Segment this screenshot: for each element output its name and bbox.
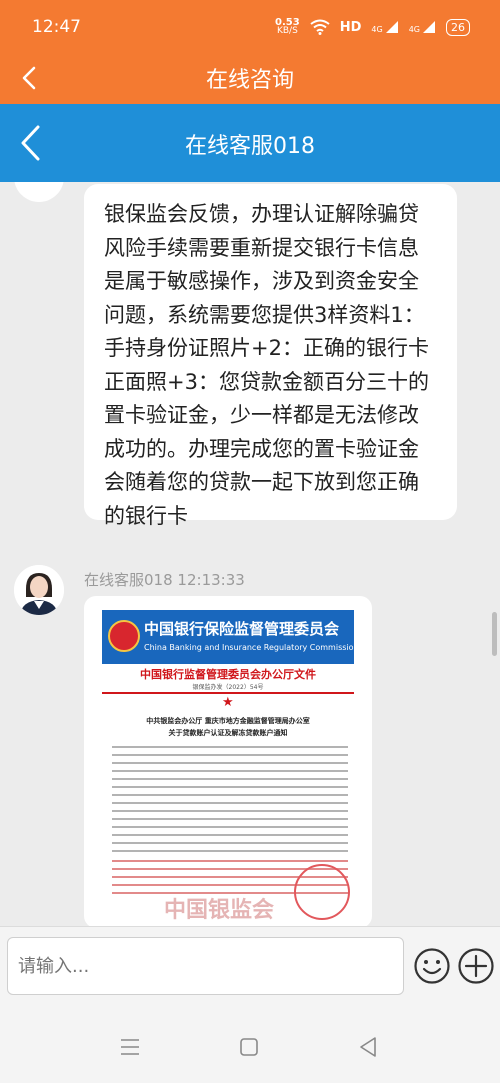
avatar[interactable]	[14, 182, 64, 202]
doc-text-line	[112, 762, 348, 764]
doc-banner-cn: 中国银行保险监督管理委员会	[144, 620, 340, 638]
doc-watermark: 中国银监会	[164, 898, 275, 923]
status-bar: 12:47 0.53 KB/S HD 4G 4G 26	[0, 0, 500, 52]
outer-title: 在线咨询	[205, 68, 294, 93]
sender-name: 在线客服018	[84, 571, 173, 589]
doc-text-line	[112, 834, 348, 836]
agent-avatar-icon	[14, 565, 64, 615]
chat-title: 在线客服018	[185, 134, 315, 159]
square-icon[interactable]	[240, 1038, 258, 1056]
doc-text-line	[112, 850, 348, 852]
battery-icon: 26	[446, 18, 470, 36]
star-icon: ★	[222, 695, 234, 710]
smiley-icon[interactable]	[413, 947, 451, 985]
doc-text-line	[112, 802, 348, 804]
chat-area[interactable]: 银保监会反馈，办理认证解除骗贷风险手续需要重新提交银行卡信息是属于敏感操作，涉及…	[0, 182, 500, 926]
doc-text-line	[112, 826, 348, 828]
scrollbar[interactable]	[492, 612, 497, 656]
system-nav-bar	[0, 1012, 500, 1083]
input-bar	[0, 926, 500, 1012]
doc-subheading-2: 关于贷款账户认证及解冻贷款账户通知	[168, 729, 288, 737]
official-seal-icon	[294, 864, 350, 920]
doc-text-line	[112, 794, 348, 796]
doc-banner: 中国银行保险监督管理委员会 China Banking and Insuranc…	[102, 610, 359, 664]
plus-circle-icon[interactable]	[457, 947, 495, 985]
message-input[interactable]	[7, 937, 404, 995]
doc-banner-en: China Banking and Insurance Regulatory C…	[144, 643, 359, 652]
doc-text-line	[112, 746, 348, 748]
document-image[interactable]: 中国银行保险监督管理委员会 China Banking and Insuranc…	[84, 596, 372, 926]
doc-text-line	[112, 786, 348, 788]
sender-meta: 在线客服018 12:13:33	[84, 569, 245, 590]
signal-icon-2: 4G	[409, 20, 436, 34]
doc-text-line-red	[112, 860, 348, 862]
national-emblem-icon	[108, 620, 140, 652]
menu-icon[interactable]	[120, 1038, 140, 1056]
signal-icon: 4G	[371, 20, 398, 34]
status-icons: 0.53 KB/S HD 4G 4G 26	[275, 15, 470, 39]
hd-indicator: HD	[339, 19, 362, 35]
doc-text-line	[112, 754, 348, 756]
doc-heading: 中国银行监督管理委员会办公厅文件	[140, 668, 316, 681]
doc-text-line	[112, 842, 348, 844]
doc-subheading: 中共银监会办公厅 重庆市地方金融监督管理局办公室	[146, 717, 310, 725]
doc-text-line	[112, 778, 348, 780]
message-time: 12:13:33	[177, 571, 245, 589]
outer-header: 在线咨询	[0, 52, 500, 104]
doc-divider	[102, 692, 354, 694]
status-time: 12:47	[32, 17, 81, 37]
inner-header: 在线客服018	[0, 104, 500, 182]
avatar[interactable]	[14, 565, 64, 615]
triangle-back-icon[interactable]	[358, 1036, 378, 1058]
doc-text-line	[112, 818, 348, 820]
wifi-icon	[310, 19, 330, 35]
message-bubble[interactable]: 银保监会反馈，办理认证解除骗贷风险手续需要重新提交银行卡信息是属于敏感操作，涉及…	[84, 184, 457, 528]
network-speed: 0.53 KB/S	[275, 17, 300, 36]
doc-number: 银保监办发（2022）54号	[192, 684, 264, 691]
doc-text-line	[112, 770, 348, 772]
doc-text-line	[112, 810, 348, 812]
